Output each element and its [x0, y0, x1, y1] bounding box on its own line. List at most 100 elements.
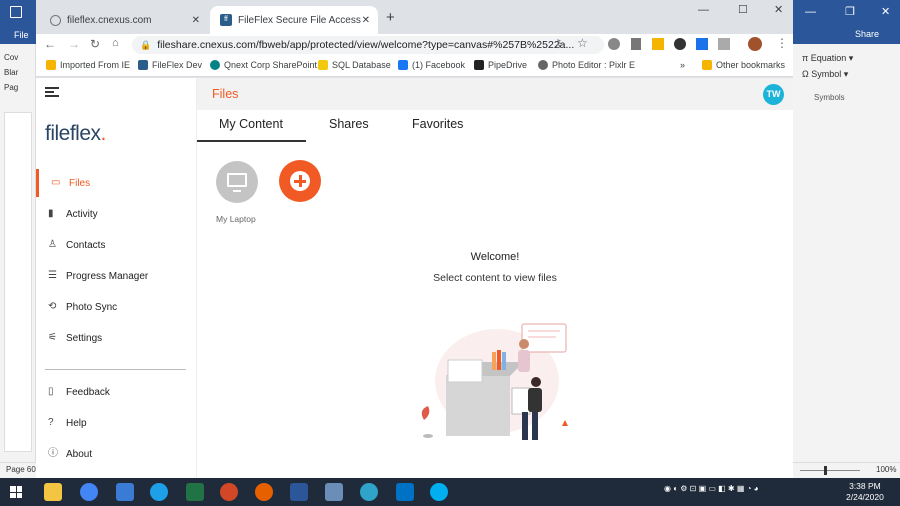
- word-left-item[interactable]: Pag: [4, 80, 18, 95]
- lock-icon: 🔒: [140, 39, 152, 50]
- user-avatar[interactable]: TW: [763, 84, 784, 105]
- word-left-item[interactable]: Blar: [4, 65, 18, 80]
- zoom-handle[interactable]: [824, 466, 827, 475]
- word-icon[interactable]: [290, 483, 308, 501]
- close-icon[interactable]: ✕: [881, 5, 890, 18]
- equation-button[interactable]: π Equation ▾: [802, 50, 853, 66]
- browser-tab-1[interactable]: fileflex.cnexus.com ✕: [40, 6, 208, 34]
- sidebar-item-label: Settings: [66, 332, 103, 344]
- tab-close-icon[interactable]: ✕: [192, 15, 200, 26]
- folder-icon: [46, 60, 56, 70]
- extension-icon[interactable]: [652, 38, 664, 50]
- bookmark-item[interactable]: Imported From IE: [46, 60, 130, 70]
- bookmark-item[interactable]: PipeDrive: [474, 60, 527, 70]
- bookmark-item[interactable]: (1) Facebook: [398, 60, 465, 70]
- extension-icon[interactable]: [674, 38, 686, 50]
- word-ribbon-left: File: [0, 0, 36, 44]
- logo-text: fileflex: [45, 122, 101, 145]
- tab-favorites[interactable]: Favorites: [412, 117, 463, 131]
- progress-icon: ☰: [48, 270, 57, 281]
- edge-icon[interactable]: [360, 483, 378, 501]
- restore-icon[interactable]: ❐: [845, 5, 855, 18]
- back-icon[interactable]: ←: [44, 37, 56, 51]
- tab-close-icon[interactable]: ✕: [362, 15, 370, 26]
- sidebar-item-contacts[interactable]: ♙ Contacts: [36, 231, 197, 259]
- photos-icon[interactable]: [325, 483, 343, 501]
- sidebar-item-photo-sync[interactable]: ⟲ Photo Sync: [36, 293, 197, 321]
- sidebar-item-settings[interactable]: ⚟ Settings: [36, 324, 197, 352]
- home-icon[interactable]: ⌂: [112, 37, 119, 49]
- bookmark-label: Imported From IE: [60, 60, 131, 70]
- outlook-icon[interactable]: [396, 483, 414, 501]
- window-close-icon[interactable]: ✕: [774, 3, 783, 16]
- menu-kebab-icon[interactable]: ⋮: [776, 36, 788, 50]
- welcome-illustration: [421, 323, 568, 440]
- forward-icon[interactable]: →: [68, 37, 80, 51]
- skype-icon[interactable]: [430, 483, 448, 501]
- new-tab-icon[interactable]: +: [386, 9, 395, 26]
- clock[interactable]: 3:38 PM 2/24/2020: [846, 481, 884, 503]
- store-icon[interactable]: [116, 483, 134, 501]
- bar-chart-icon: ▮: [48, 208, 54, 219]
- fileflex-logo: fileflex.: [45, 122, 106, 146]
- chrome-icon[interactable]: [80, 483, 98, 501]
- sidebar-item-files[interactable]: ▭ Files: [36, 169, 197, 197]
- bookmark-item[interactable]: SQL Database: [318, 60, 391, 70]
- word-symbols-group: π Equation ▾ Ω Symbol ▾ Symbols: [802, 50, 853, 106]
- tab-my-content[interactable]: My Content: [219, 117, 283, 131]
- app-header: Files TW: [197, 78, 793, 110]
- excel-icon[interactable]: [186, 483, 204, 501]
- firefox-icon[interactable]: [255, 483, 273, 501]
- extension-icon[interactable]: [608, 38, 620, 50]
- word-file-tab[interactable]: File: [14, 30, 29, 40]
- tab-shares[interactable]: Shares: [329, 117, 369, 131]
- contacts-icon: ♙: [48, 239, 57, 250]
- sidebar-item-activity[interactable]: ▮ Activity: [36, 200, 197, 228]
- other-bookmarks[interactable]: Other bookmarks: [702, 60, 785, 70]
- sidebar-item-progress-manager[interactable]: ☰ Progress Manager: [36, 262, 197, 290]
- save-icon[interactable]: [10, 6, 22, 18]
- zoom-slider[interactable]: [800, 470, 860, 471]
- word-ribbon-right: — ❐ ✕ Share: [793, 0, 900, 44]
- add-source-button[interactable]: [279, 160, 321, 202]
- window-maximize-icon[interactable]: ☐: [738, 3, 748, 16]
- active-tab-indicator: [197, 140, 306, 142]
- sidebar-item-help[interactable]: ? Help: [36, 409, 197, 437]
- browser-tab-2[interactable]: ff FileFlex Secure File Access ✕: [210, 6, 378, 34]
- word-left-item[interactable]: Cov: [4, 50, 18, 65]
- bookmark-item[interactable]: Qnext Corp SharePoint...: [210, 60, 325, 70]
- sidebar-item-about[interactable]: ⓘ About: [36, 440, 197, 468]
- symbol-button[interactable]: Ω Symbol ▾: [802, 66, 853, 82]
- file-explorer-icon[interactable]: [44, 483, 62, 501]
- word-ruler: [4, 112, 32, 452]
- reload-icon[interactable]: ↻: [90, 37, 100, 51]
- profile-avatar[interactable]: [748, 37, 762, 51]
- ie-icon[interactable]: [150, 483, 168, 501]
- address-bar[interactable]: 🔒 fileshare.cnexus.com/fbweb/app/protect…: [132, 36, 604, 54]
- window-minimize-icon[interactable]: —: [698, 4, 709, 16]
- extension-icon[interactable]: [696, 38, 708, 50]
- more-bookmarks-label: »: [680, 60, 686, 70]
- bookmark-star-icon[interactable]: ☆: [577, 36, 588, 50]
- bookmark-label: SQL Database: [332, 60, 391, 70]
- more-bookmarks-button[interactable]: »: [680, 60, 685, 70]
- pipedrive-icon: [474, 60, 484, 70]
- page-title: Files: [212, 87, 239, 101]
- sidebar-item-label: Photo Sync: [66, 301, 118, 313]
- my-laptop-source[interactable]: [216, 161, 258, 203]
- share-button[interactable]: Share: [855, 29, 879, 39]
- sidebar-item-label: Files: [69, 177, 91, 189]
- bookmark-item[interactable]: FileFlex Dev: [138, 60, 202, 70]
- windows-start-icon[interactable]: [10, 486, 22, 498]
- tray-icons[interactable]: ◉ ◐ ⚙ ⊡ ▣ ▭ ◧ ✱ ▦ ◔ ◕: [664, 484, 759, 493]
- extension-icon[interactable]: [718, 38, 730, 50]
- collapse-menu-icon[interactable]: [45, 87, 59, 97]
- word-left-items: Cov Blar Pag: [4, 50, 18, 95]
- minimize-icon[interactable]: —: [805, 6, 816, 18]
- powerpoint-icon[interactable]: [220, 483, 238, 501]
- key-icon[interactable]: ⚷: [554, 37, 562, 50]
- other-bookmarks-label: Other bookmarks: [716, 60, 786, 70]
- extension-icon[interactable]: [631, 38, 641, 50]
- sidebar-item-feedback[interactable]: ▯ Feedback: [36, 378, 197, 406]
- bookmark-item[interactable]: Photo Editor : Pixlr E: [538, 60, 635, 70]
